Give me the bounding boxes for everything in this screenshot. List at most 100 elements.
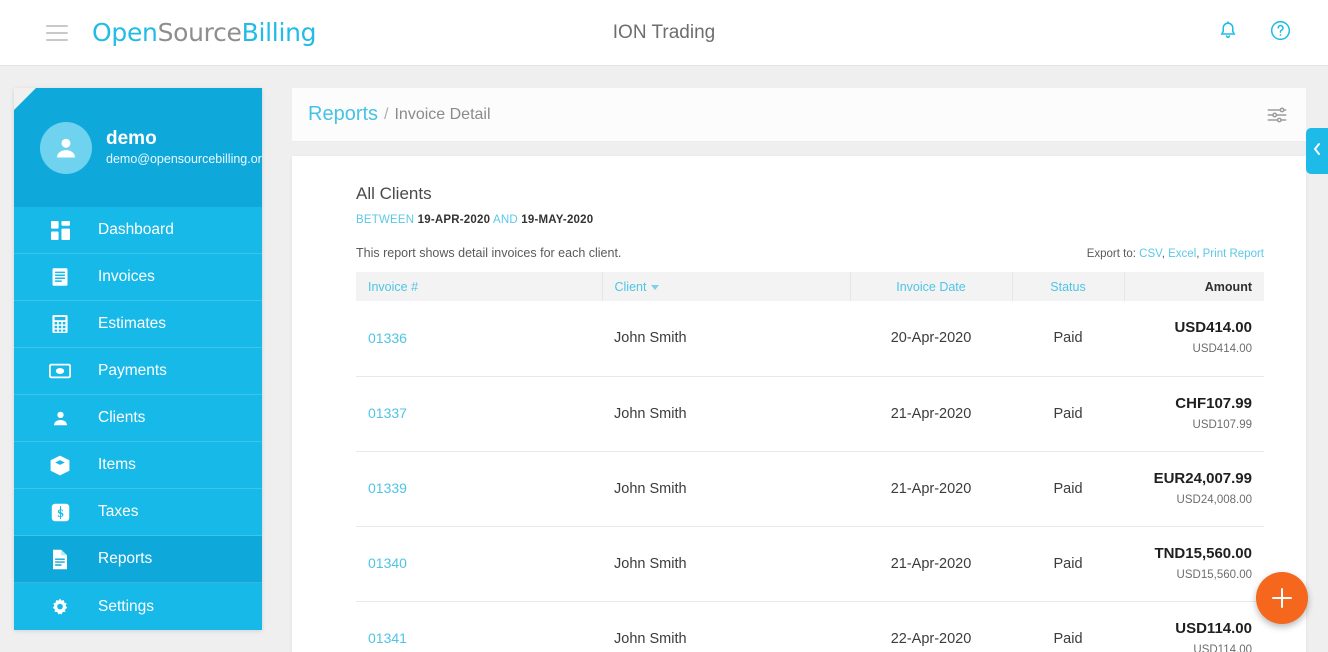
column-header-invoice-date[interactable]: Invoice Date [850, 272, 1013, 301]
sidebar-item-reports[interactable]: Reports [14, 536, 262, 583]
sidebar-item-invoices[interactable]: Invoices [14, 254, 262, 301]
sidebar-item-items[interactable]: Items [14, 442, 262, 489]
table-row[interactable]: 01340 John Smith 21-Apr-2020 Paid TND15,… [356, 526, 1264, 602]
amount-primary: CHF107.99 [1175, 394, 1252, 412]
corner-fold-decoration [14, 88, 36, 110]
invoice-link[interactable]: 01336 [368, 330, 407, 346]
cell-invoice: 01341 [356, 601, 602, 652]
chevron-left-icon [1312, 142, 1322, 161]
breadcrumb-root[interactable]: Reports [308, 103, 378, 126]
amount-primary: USD414.00 [1174, 319, 1252, 337]
cell-amount: CHF107.99 USD107.99 [1124, 376, 1264, 452]
invoice-link[interactable]: 01339 [368, 480, 407, 496]
breadcrumb: Reports / Invoice Detail [292, 88, 1306, 142]
range-to: 19-MAY-2020 [521, 214, 594, 226]
cell-invoice: 01336 [356, 301, 602, 377]
invoice-link[interactable]: 01341 [368, 630, 407, 646]
amount-usd-equivalent: USD414.00 [1192, 343, 1252, 356]
table-row[interactable]: 01336 John Smith 20-Apr-2020 Paid USD414… [356, 301, 1264, 377]
column-label: Invoice Date [896, 279, 966, 294]
cell-invoice-date: 22-Apr-2020 [850, 601, 1012, 652]
table-body: 01336 John Smith 20-Apr-2020 Paid USD414… [356, 301, 1264, 652]
cell-client: John Smith [602, 376, 850, 452]
column-label: Amount [1204, 279, 1252, 294]
bell-icon[interactable] [1217, 20, 1239, 47]
export-excel-link[interactable]: Excel [1168, 248, 1196, 260]
calculator-icon [48, 312, 72, 336]
sidebar-item-payments[interactable]: Payments [14, 348, 262, 395]
amount-usd-equivalent: USD24,008.00 [1176, 493, 1252, 506]
help-circle-icon[interactable] [1269, 19, 1292, 47]
cell-amount: TND15,560.00 USD15,560.00 [1124, 526, 1264, 602]
logo-part-source: Source [157, 18, 242, 47]
sidebar-item-label: Payments [98, 362, 167, 380]
breadcrumb-separator: / [384, 105, 389, 123]
logo-part-open: Open [92, 18, 158, 47]
sidebar-item-label: Dashboard [98, 221, 174, 239]
sidebar-item-label: Taxes [98, 503, 139, 521]
person-icon [48, 406, 72, 430]
sidebar-user-info: demo demo@opensourcebilling.org [106, 128, 262, 168]
amount-primary: EUR24,007.99 [1153, 469, 1252, 487]
sidebar: demo demo@opensourcebilling.org Dashboar… [14, 88, 262, 630]
column-label: Status [1050, 279, 1086, 294]
top-bar: OpenSourceBilling ION Trading [0, 0, 1328, 66]
dashboard-grid-icon [48, 218, 72, 242]
column-header-client[interactable]: Client [602, 272, 851, 301]
cell-client: John Smith [602, 301, 850, 377]
amount-primary: USD114.00 [1175, 619, 1252, 637]
app-logo[interactable]: OpenSourceBilling [92, 18, 317, 47]
amount-usd-equivalent: USD107.99 [1192, 418, 1252, 431]
add-button[interactable] [1256, 572, 1308, 624]
range-from: 19-APR-2020 [417, 214, 491, 226]
logo-part-billing: Billing [241, 18, 317, 47]
page-title: All Clients [356, 184, 432, 203]
amount-primary: TND15,560.00 [1154, 544, 1252, 562]
sliders-tune-icon[interactable] [1266, 104, 1288, 131]
report-date-range: BETWEEN 19-APR-2020 AND 19-MAY-2020 [356, 214, 1264, 226]
sidebar-item-estimates[interactable]: Estimates [14, 301, 262, 348]
box-icon [48, 453, 72, 477]
sidebar-item-taxes[interactable]: S Taxes [14, 489, 262, 536]
sidebar-user-email: demo@opensourcebilling.org [106, 151, 262, 166]
breadcrumb-current: Invoice Detail [394, 105, 491, 123]
sidebar-item-label: Estimates [98, 315, 167, 333]
export-print-link[interactable]: Print Report [1203, 248, 1264, 260]
cell-client: John Smith [602, 451, 850, 527]
invoice-list-icon [48, 265, 72, 289]
sidebar-item-clients[interactable]: Clients [14, 395, 262, 442]
column-header-status[interactable]: Status [1012, 272, 1125, 301]
report-description: This report shows detail invoices for ea… [356, 246, 622, 260]
top-bar-actions [1217, 0, 1292, 66]
hamburger-icon[interactable] [46, 24, 68, 41]
table-row[interactable]: 01341 John Smith 22-Apr-2020 Paid USD114… [356, 601, 1264, 652]
cell-status: Paid [1012, 526, 1124, 602]
export-csv-link[interactable]: CSV [1139, 248, 1162, 260]
sidebar-user-header[interactable]: demo demo@opensourcebilling.org [14, 88, 262, 207]
invoice-link[interactable]: 01340 [368, 555, 407, 571]
gear-icon [48, 595, 72, 619]
column-header-invoice[interactable]: Invoice # [356, 272, 603, 301]
table-row[interactable]: 01339 John Smith 21-Apr-2020 Paid EUR24,… [356, 451, 1264, 527]
cell-status: Paid [1012, 301, 1124, 377]
cell-amount: EUR24,007.99 USD24,008.00 [1124, 451, 1264, 527]
table-header-row: Invoice # Client Invoice Date Status Amo… [356, 272, 1264, 301]
cell-amount: USD414.00 USD414.00 [1124, 301, 1264, 377]
panel-toggle-tab[interactable] [1306, 128, 1328, 174]
cell-invoice: 01337 [356, 376, 602, 452]
invoice-link[interactable]: 01337 [368, 405, 407, 421]
app-root: OpenSourceBilling ION Trading demo demo@… [0, 0, 1328, 652]
sidebar-item-label: Invoices [98, 268, 155, 286]
table-row[interactable]: 01337 John Smith 21-Apr-2020 Paid CHF107… [356, 376, 1264, 452]
sidebar-user-name: demo [106, 127, 157, 149]
cell-status: Paid [1012, 601, 1124, 652]
cell-invoice-date: 21-Apr-2020 [850, 451, 1012, 527]
cell-invoice-date: 21-Apr-2020 [850, 376, 1012, 452]
table-header: Invoice # Client Invoice Date Status Amo… [356, 272, 1264, 301]
sidebar-item-settings[interactable]: Settings [14, 583, 262, 630]
cell-invoice: 01339 [356, 451, 602, 527]
sidebar-item-label: Reports [98, 550, 153, 568]
sidebar-item-label: Settings [98, 597, 155, 615]
sidebar-item-dashboard[interactable]: Dashboard [14, 207, 262, 254]
column-label: Client [614, 279, 647, 294]
